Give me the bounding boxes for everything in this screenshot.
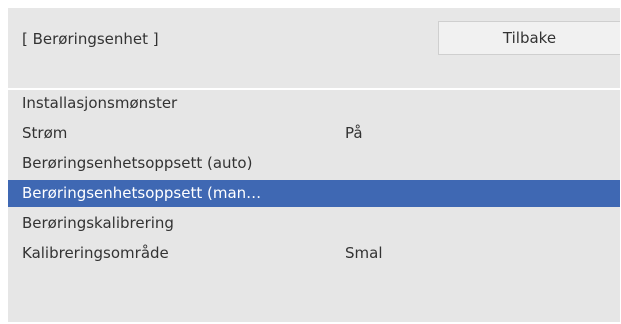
menu-item-touch-setup-auto[interactable]: Berøringsenhetsoppsett (auto) (8, 150, 620, 177)
menu-item-label: Berøringsenhetsoppsett (man… (22, 184, 262, 202)
menu-item-label: Installasjonsmønster (22, 94, 178, 112)
settings-menu: Installasjonsmønster Strøm På Berøringse… (8, 90, 620, 270)
menu-item-value: Smal (345, 244, 383, 262)
menu-item-touch-setup-manual[interactable]: Berøringsenhetsoppsett (man… (8, 180, 620, 207)
settings-panel: [ Berøringsenhet ] Tilbake Installasjons… (8, 8, 620, 322)
menu-item-calibration-area[interactable]: Kalibreringsområde Smal (8, 240, 620, 267)
menu-item-label: Berøringsenhetsoppsett (auto) (22, 154, 253, 172)
menu-item-value: På (345, 124, 363, 142)
menu-item-strom[interactable]: Strøm På (8, 120, 620, 147)
menu-item-label: Strøm (22, 124, 68, 142)
page-title: [ Berøringsenhet ] (22, 30, 159, 48)
menu-item-installasjonsmonster[interactable]: Installasjonsmønster (8, 90, 620, 117)
back-button[interactable]: Tilbake (438, 21, 620, 55)
menu-item-label: Kalibreringsområde (22, 244, 169, 262)
menu-item-touch-calibration[interactable]: Berøringskalibrering (8, 210, 620, 237)
menu-item-label: Berøringskalibrering (22, 214, 174, 232)
panel-header: [ Berøringsenhet ] Tilbake (8, 8, 620, 88)
